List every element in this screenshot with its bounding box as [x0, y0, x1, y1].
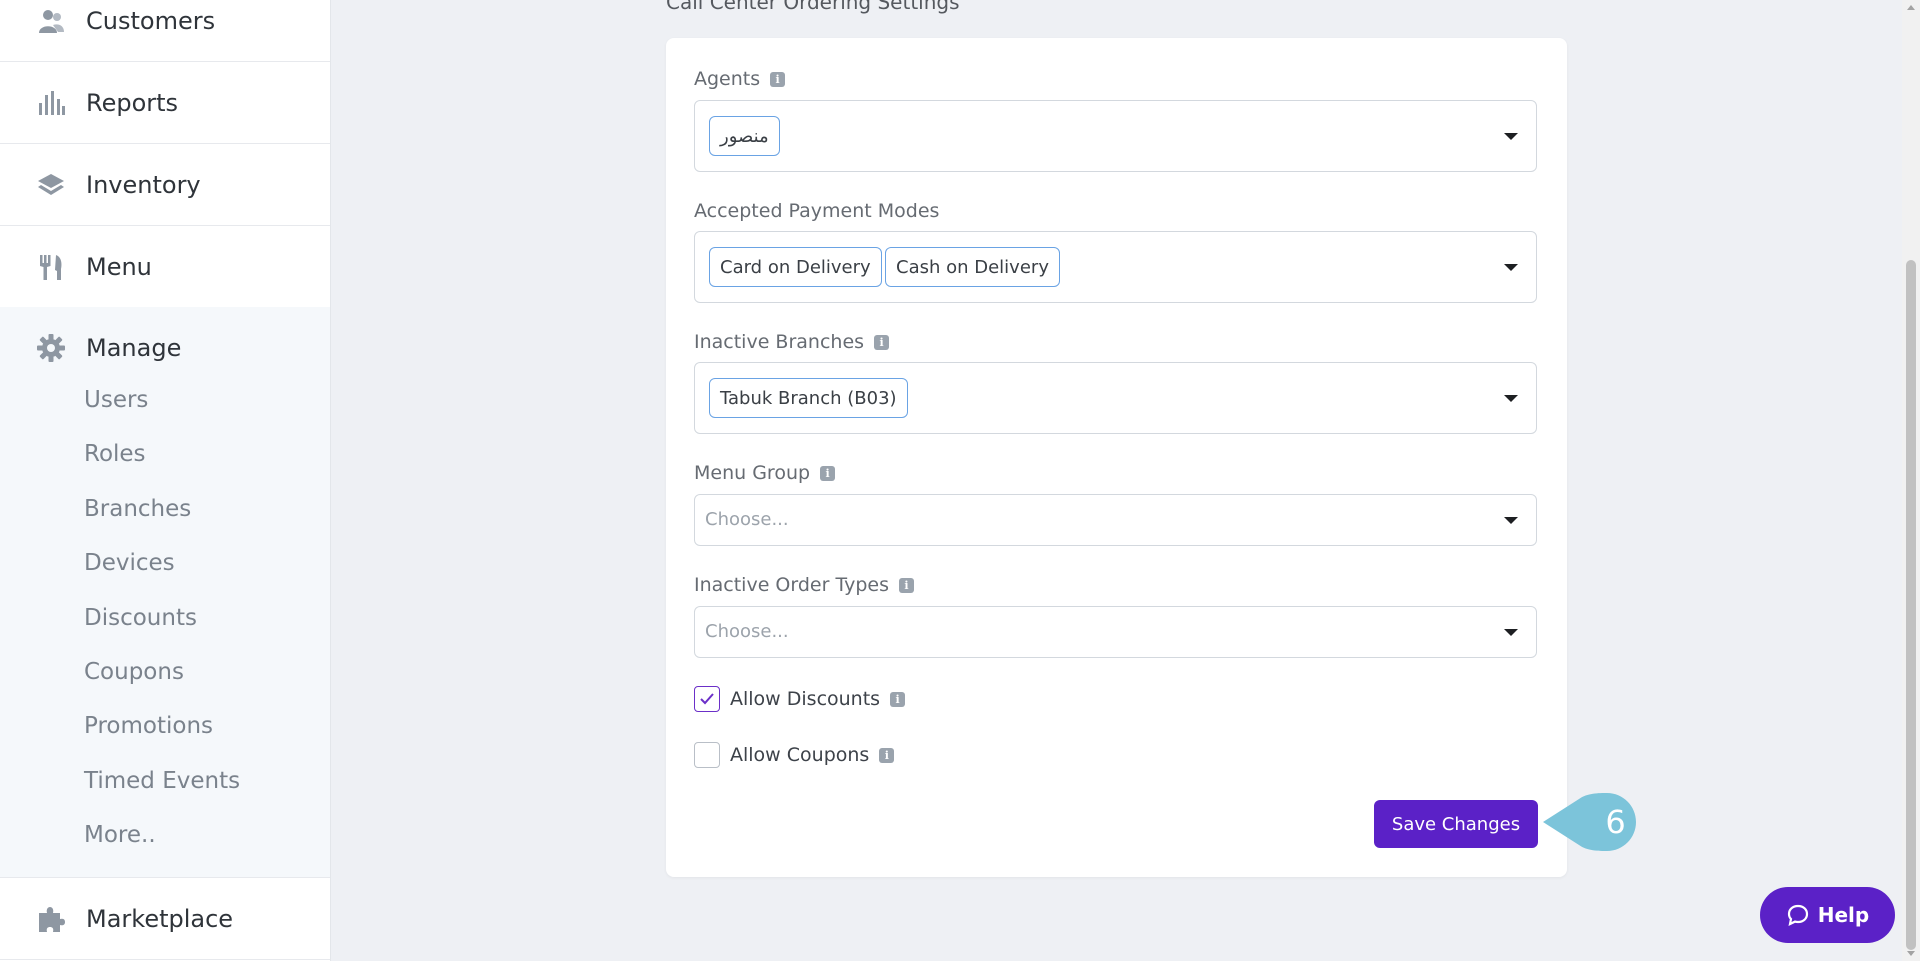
step-number: 6 — [1605, 803, 1626, 841]
info-icon[interactable]: i — [899, 577, 915, 593]
check-icon — [700, 693, 714, 705]
save-changes-button[interactable]: Save Changes — [1374, 800, 1538, 848]
sidebar-item-marketplace[interactable]: Marketplace — [0, 878, 330, 960]
agents-label: Agents i — [694, 68, 786, 90]
puzzle-icon — [36, 904, 66, 934]
info-icon[interactable]: i — [879, 747, 895, 763]
sidebar-item-inventory[interactable]: Inventory — [0, 144, 330, 226]
menu-group-label: Menu Group i — [694, 462, 836, 484]
chevron-down-icon[interactable] — [1504, 517, 1518, 524]
menu-group-placeholder: Choose... — [705, 509, 789, 530]
scrollbar[interactable] — [1902, 0, 1920, 961]
section-title: Call Center Ordering Settings — [666, 0, 960, 14]
allow-discounts-label: Allow Discounts — [730, 688, 881, 710]
inactive-branches-select[interactable]: Tabuk Branch (B03) — [694, 362, 1537, 434]
settings-card: Agents i منصور Accepted Payment Modes Ca… — [666, 38, 1567, 877]
payment-modes-select[interactable]: Card on Delivery Cash on Delivery — [694, 231, 1537, 303]
layers-icon — [36, 170, 66, 200]
sidebar-item-customers[interactable]: Customers — [0, 0, 330, 62]
customers-icon — [36, 6, 66, 36]
menu-group-label-text: Menu Group — [694, 462, 811, 484]
scroll-down-icon[interactable] — [1907, 951, 1915, 956]
sidebar-subitem-roles[interactable]: Roles — [84, 441, 146, 467]
payment-mode-tag-cash[interactable]: Cash on Delivery — [885, 247, 1060, 287]
sidebar-subitem-timed-events[interactable]: Timed Events — [84, 768, 240, 794]
sidebar-subitem-devices[interactable]: Devices — [84, 550, 175, 576]
fork-knife-icon — [36, 252, 66, 282]
bar-chart-icon — [36, 88, 66, 118]
inactive-branches-label-text: Inactive Branches — [694, 331, 865, 353]
scrollbar-thumb[interactable] — [1906, 260, 1916, 950]
agent-tag[interactable]: منصور — [709, 116, 780, 156]
allow-discounts-checkbox[interactable] — [694, 686, 720, 712]
sidebar-item-reports[interactable]: Reports — [0, 62, 330, 144]
sidebar-subitem-discounts[interactable]: Discounts — [84, 605, 197, 631]
chevron-down-icon[interactable] — [1504, 395, 1518, 402]
sidebar: Customers Reports Inventory Menu Manage … — [0, 0, 331, 961]
allow-coupons-row: Allow Coupons i — [694, 742, 895, 768]
payment-modes-label: Accepted Payment Modes — [694, 200, 939, 222]
help-label: Help — [1817, 903, 1870, 927]
inactive-order-types-label-text: Inactive Order Types — [694, 574, 890, 596]
sidebar-item-label: Menu — [86, 252, 152, 281]
info-icon[interactable]: i — [874, 334, 890, 350]
sidebar-subitem-branches[interactable]: Branches — [84, 496, 191, 522]
info-icon[interactable]: i — [770, 71, 786, 87]
sidebar-item-label: Marketplace — [86, 904, 234, 933]
chevron-down-icon[interactable] — [1504, 629, 1518, 636]
payment-modes-label-text: Accepted Payment Modes — [694, 200, 940, 222]
sidebar-item-label: Inventory — [86, 170, 201, 199]
sidebar-subitem-coupons[interactable]: Coupons — [84, 659, 184, 685]
chevron-down-icon[interactable] — [1504, 264, 1518, 271]
allow-discounts-row: Allow Discounts i — [694, 686, 906, 712]
allow-coupons-label: Allow Coupons — [730, 744, 870, 766]
sidebar-item-label: Manage — [86, 334, 182, 362]
allow-coupons-checkbox[interactable] — [694, 742, 720, 768]
menu-group-select[interactable]: Choose... — [694, 494, 1537, 546]
help-button[interactable]: Help — [1760, 887, 1895, 943]
step-indicator-bubble: 6 — [1543, 793, 1636, 851]
sidebar-subitem-more[interactable]: More.. — [84, 822, 156, 848]
inactive-branches-label: Inactive Branches i — [694, 331, 890, 353]
gear-icon — [36, 333, 66, 363]
agents-select[interactable]: منصور — [694, 100, 1537, 172]
sidebar-item-label: Reports — [86, 88, 179, 117]
sidebar-subitem-users[interactable]: Users — [84, 387, 148, 413]
payment-mode-tag-card[interactable]: Card on Delivery — [709, 247, 882, 287]
info-icon[interactable]: i — [820, 465, 836, 481]
chevron-down-icon[interactable] — [1504, 133, 1518, 140]
manage-section: Manage Users Roles Branches Devices Disc… — [0, 307, 330, 878]
inactive-order-types-placeholder: Choose... — [705, 621, 789, 642]
scroll-up-icon[interactable] — [1907, 5, 1915, 10]
chat-bubble-icon — [1787, 904, 1808, 926]
sidebar-item-label: Customers — [86, 6, 216, 35]
inactive-order-types-select[interactable]: Choose... — [694, 606, 1537, 658]
inactive-order-types-label: Inactive Order Types i — [694, 574, 915, 596]
agents-label-text: Agents — [694, 68, 761, 90]
branch-tag[interactable]: Tabuk Branch (B03) — [709, 378, 908, 418]
info-icon[interactable]: i — [890, 691, 906, 707]
sidebar-item-manage[interactable]: Manage — [0, 307, 330, 389]
sidebar-subitem-promotions[interactable]: Promotions — [84, 713, 213, 739]
sidebar-item-menu[interactable]: Menu — [0, 226, 330, 308]
